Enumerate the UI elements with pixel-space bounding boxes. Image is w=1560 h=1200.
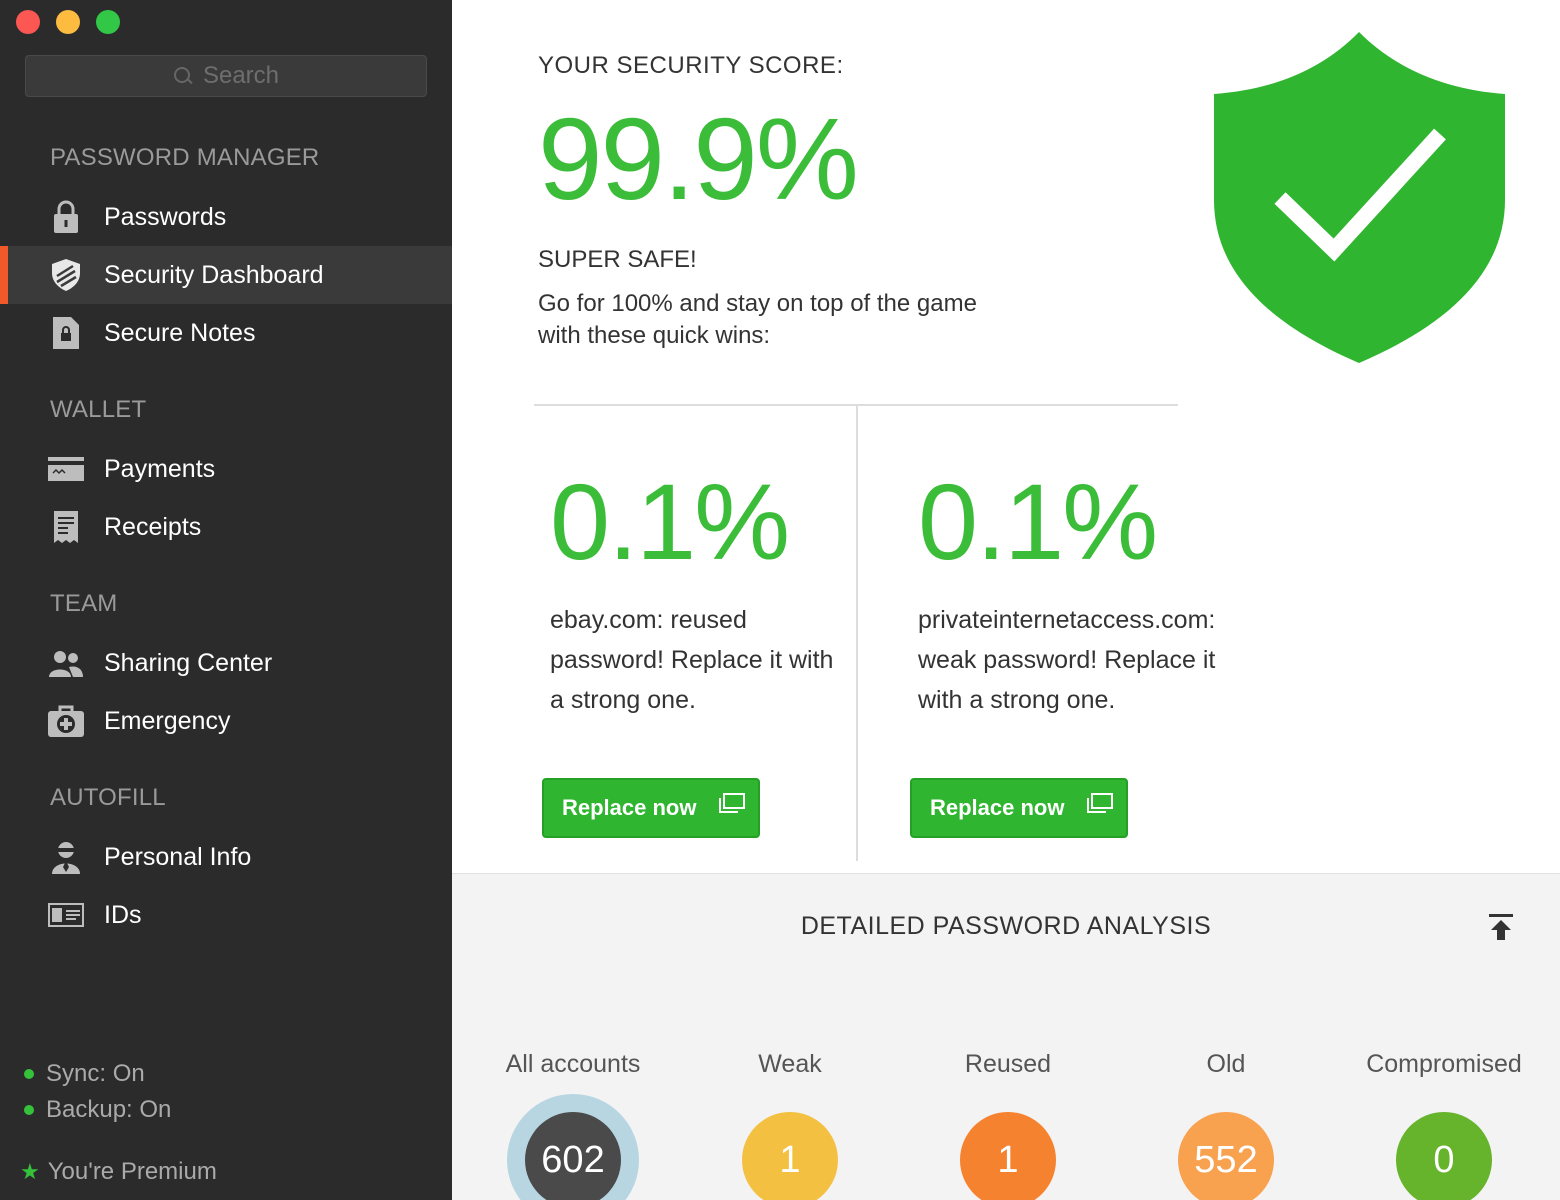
security-dashboard: YOUR SECURITY SCORE: 99.9% SUPER SAFE! G… [452,0,1560,1200]
stat-value-badge: 552 [1178,1112,1274,1200]
replace-now-label: Replace now [562,795,697,820]
zoom-window-button[interactable] [96,10,120,34]
receipt-icon [48,509,84,545]
sidebar-item-label: Payments [104,454,216,483]
sidebar: Search PASSWORD MANAGER Passwords Securi… [0,0,452,1200]
safety-description: Go for 100% and stay on top of the game … [538,290,977,349]
section-title-wallet: WALLET [50,396,147,423]
backup-status-label: Backup: On [46,1096,172,1123]
stat-label: Weak [758,1050,822,1078]
sidebar-item-sharing-center[interactable]: Sharing Center [0,634,452,692]
sidebar-item-security-dashboard[interactable]: Security Dashboard [0,246,452,304]
close-window-button[interactable] [16,10,40,34]
section-title-autofill: AUTOFILL [50,784,166,811]
backup-status: Backup: On [24,1096,171,1124]
sidebar-item-secure-notes[interactable]: Secure Notes [0,304,452,362]
divider [856,406,858,861]
stat-label: All accounts [505,1050,641,1078]
safety-level-label: SUPER SAFE! [538,246,697,273]
premium-status[interactable]: ★ You're Premium [20,1158,217,1186]
quick-win-card: 0.1% ebay.com: reused password! Replace … [550,462,850,720]
sidebar-item-passwords[interactable]: Passwords [0,188,452,246]
search-icon [173,66,193,86]
secure-note-icon [48,315,84,351]
stat-old[interactable]: Old 552 [1117,1050,1335,1200]
quick-win-percent: 0.1% [918,461,1158,582]
stat-value-badge: 1 [960,1112,1056,1200]
stat-label: Compromised [1366,1050,1522,1078]
stat-compromised[interactable]: Compromised 0 [1335,1050,1553,1200]
quick-win-description: privateinternetaccess.com: weak password… [918,606,1216,714]
replace-now-button[interactable]: Replace now [542,778,760,838]
password-analysis-panel: DETAILED PASSWORD ANALYSIS All accounts … [452,873,1560,1200]
sidebar-item-label: Sharing Center [104,648,273,677]
stat-all-accounts[interactable]: All accounts 602 [464,1050,682,1200]
search-input[interactable]: Search [25,55,427,97]
stat-weak[interactable]: Weak 1 [681,1050,899,1200]
id-card-icon [48,897,84,933]
analysis-title: DETAILED PASSWORD ANALYSIS [800,912,1212,940]
search-placeholder: Search [202,62,280,89]
sidebar-item-label: Emergency [104,706,231,735]
minimize-window-button[interactable] [56,10,80,34]
stat-label: Reused [964,1050,1052,1078]
sidebar-item-label: IDs [104,900,142,929]
sidebar-item-label: Personal Info [104,842,252,871]
sidebar-item-label: Passwords [104,202,227,231]
stat-value-badge: 1 [742,1112,838,1200]
sidebar-item-personal-info[interactable]: Personal Info [0,828,452,886]
collapse-up-icon[interactable] [1486,912,1516,942]
sidebar-item-label: Receipts [104,512,202,541]
first-aid-kit-icon [48,703,84,739]
sidebar-item-receipts[interactable]: Receipts [0,498,452,556]
status-dot [24,1069,34,1079]
security-score-label: YOUR SECURITY SCORE: [538,52,844,79]
sidebar-item-ids[interactable]: IDs [0,886,452,944]
person-icon [48,839,84,875]
quick-win-card: 0.1% privateinternetaccess.com: weak pas… [918,462,1218,720]
open-window-icon [1087,793,1113,813]
stat-value-badge: 602 [525,1112,621,1200]
sidebar-item-label: Secure Notes [104,318,256,347]
sidebar-item-emergency[interactable]: Emergency [0,692,452,750]
sidebar-item-label: Security Dashboard [104,260,324,289]
security-score-value: 99.9% [538,94,859,224]
shield-icon [48,257,84,293]
stat-value-badge: 0 [1396,1112,1492,1200]
sync-status: Sync: On [24,1060,145,1088]
star-icon: ★ [20,1159,40,1184]
quick-win-percent: 0.1% [550,461,790,582]
replace-now-button[interactable]: Replace now [910,778,1128,838]
shield-check-icon [1214,32,1505,363]
people-icon [48,645,84,681]
replace-now-label: Replace now [930,795,1065,820]
open-window-icon [719,793,745,813]
credit-card-icon [48,451,84,487]
stat-label: Old [1206,1050,1246,1078]
section-title-team: TEAM [50,590,118,617]
quick-win-description: ebay.com: reused password! Replace it wi… [550,606,834,714]
premium-status-label: You're Premium [47,1158,217,1185]
section-title-password-manager: PASSWORD MANAGER [50,144,320,171]
stat-reused[interactable]: Reused 1 [899,1050,1117,1200]
status-dot [24,1105,34,1115]
sync-status-label: Sync: On [46,1060,145,1087]
sidebar-item-payments[interactable]: Payments [0,440,452,498]
lock-icon [48,199,84,235]
